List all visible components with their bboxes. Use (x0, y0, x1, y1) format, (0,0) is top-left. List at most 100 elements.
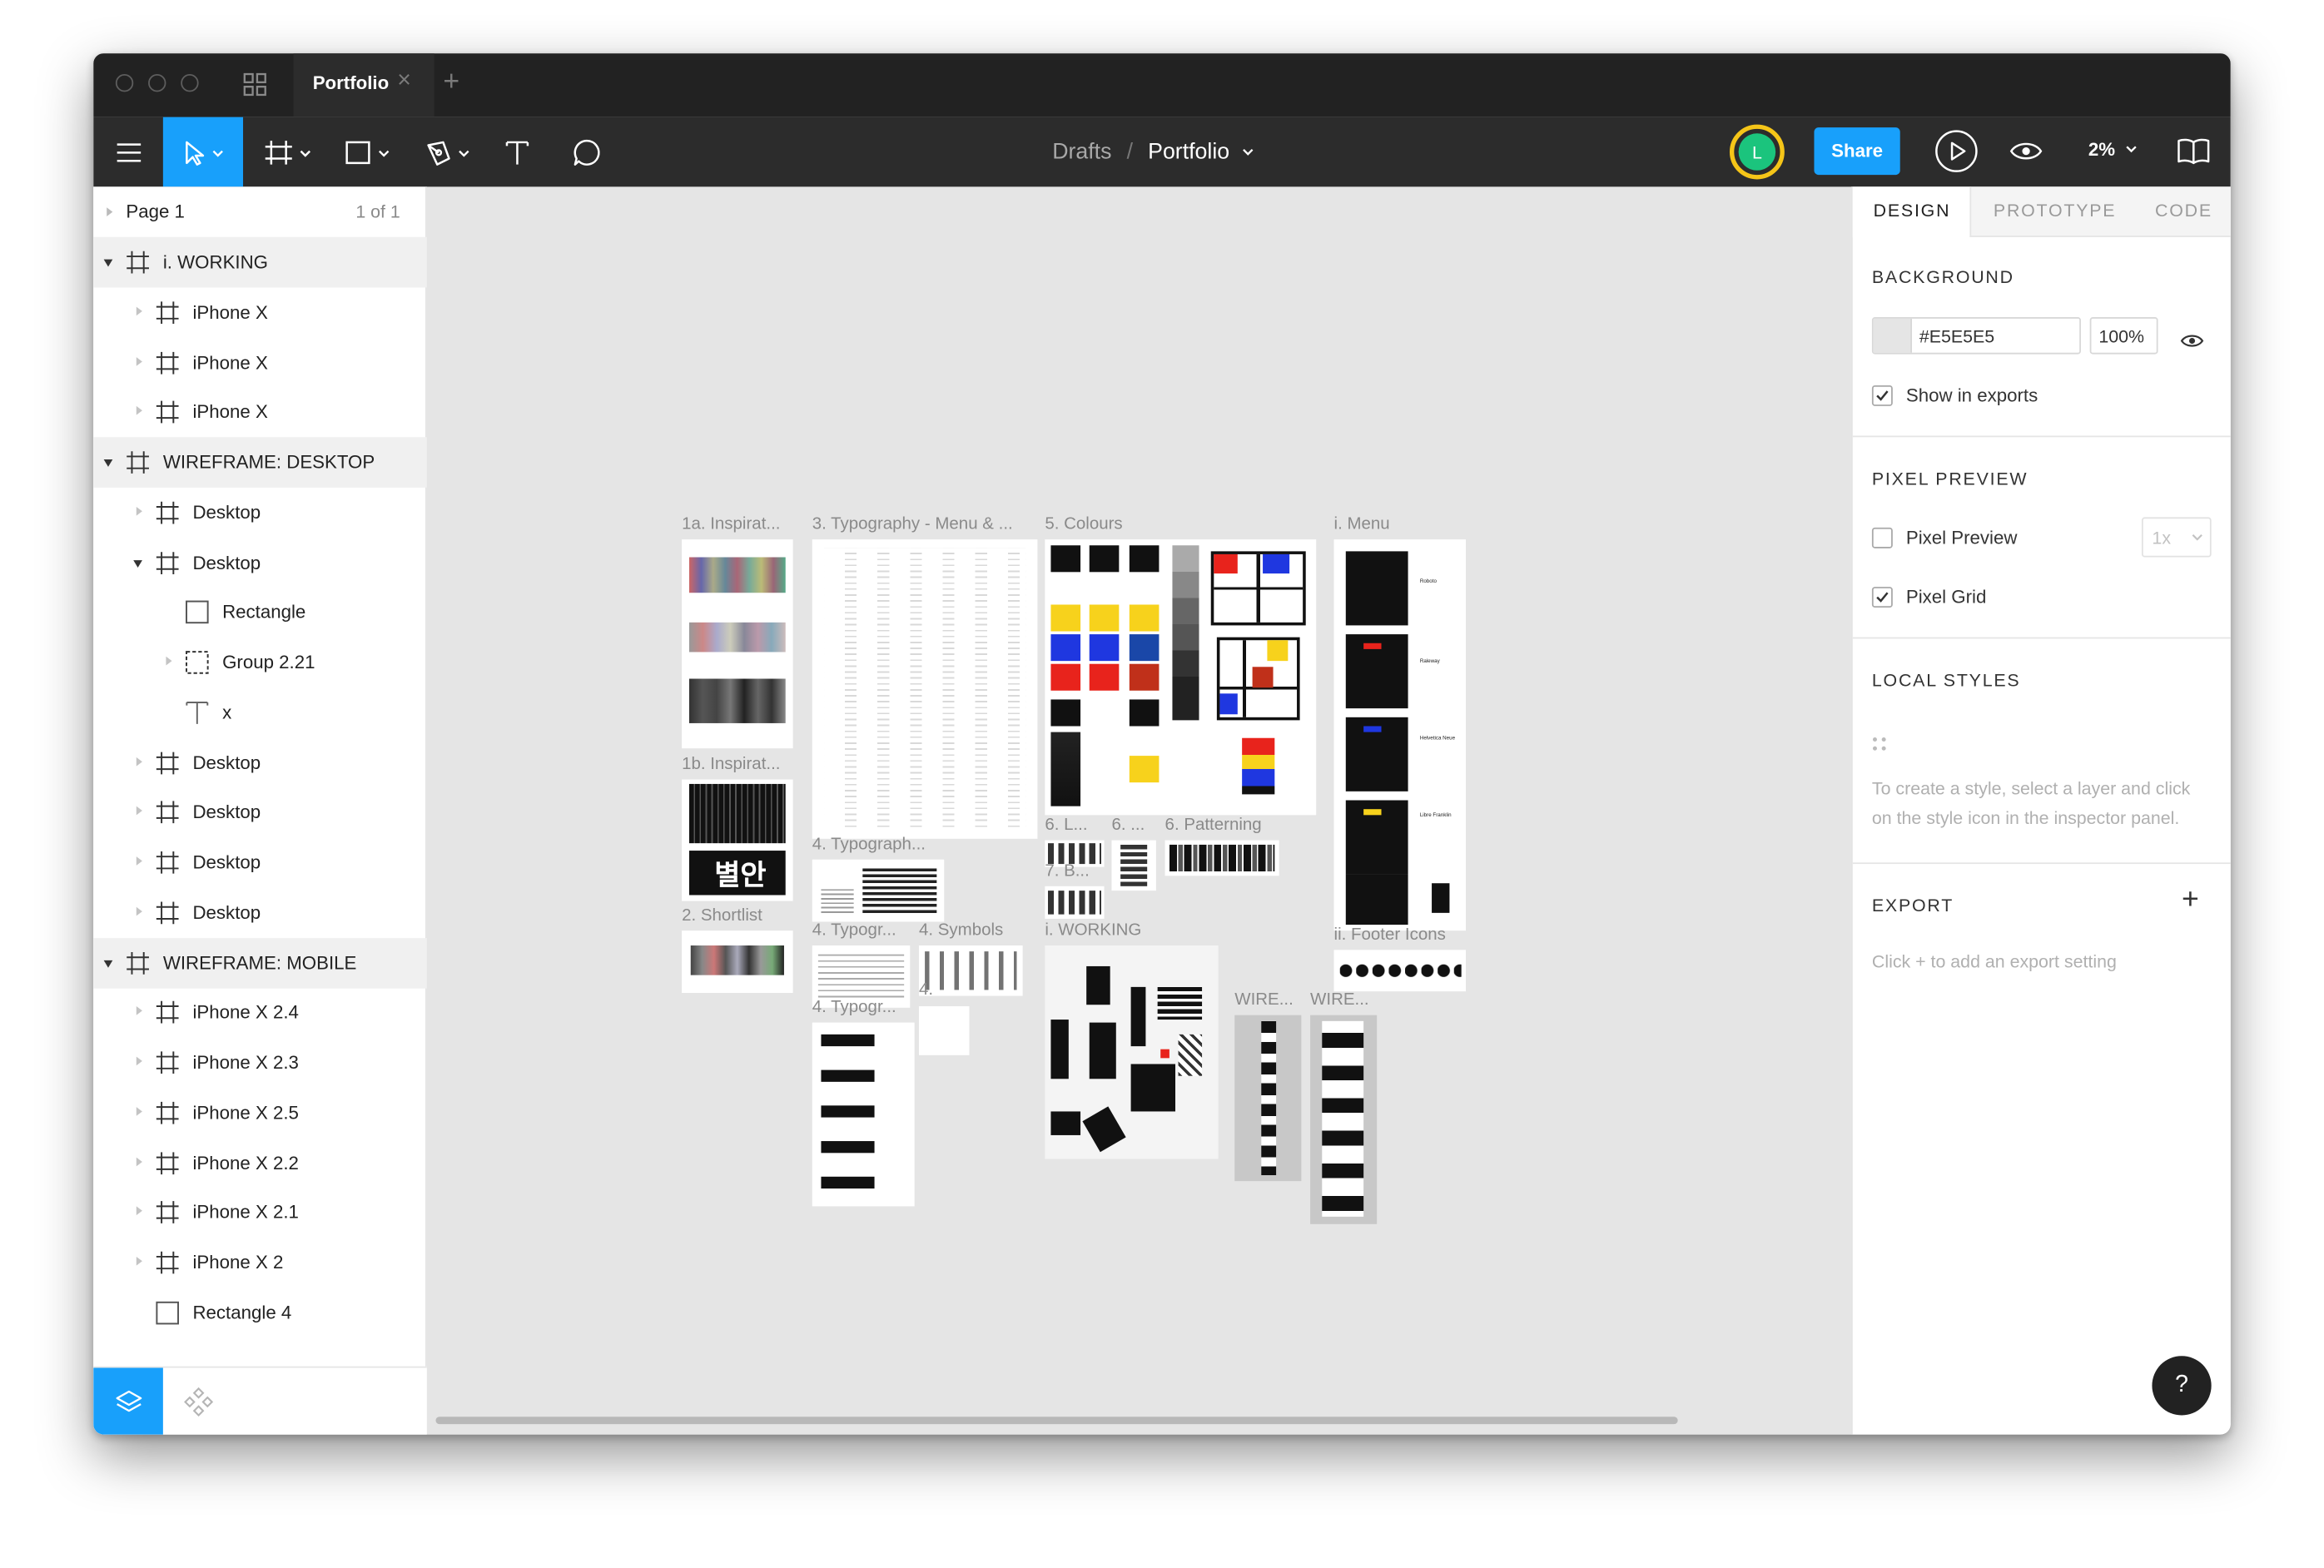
layer-row[interactable]: iPhone X 2.5 (93, 1088, 427, 1139)
present-button[interactable] (1934, 129, 1979, 181)
frame-label-typography-d[interactable]: 4. Typogr... (812, 999, 904, 1016)
layer-row[interactable]: Rectangle (93, 588, 427, 638)
components-tab[interactable] (163, 1367, 233, 1434)
frame-label-inspiration-b[interactable]: 1b. Inspirat... (682, 756, 793, 773)
files-grid-icon[interactable] (243, 72, 266, 103)
window-minimize-button[interactable] (148, 74, 166, 92)
share-button[interactable]: Share (1814, 127, 1900, 176)
caret-right-icon[interactable] (136, 1006, 142, 1016)
move-tool-button[interactable] (162, 117, 244, 187)
layer-row[interactable]: WIREFRAME: MOBILE (93, 937, 427, 988)
frame-tool-button[interactable] (253, 117, 321, 187)
layer-row[interactable]: iPhone X (93, 337, 427, 388)
pixel-preview-checkbox[interactable] (1871, 527, 1893, 548)
layer-row[interactable]: iPhone X 2.4 (93, 987, 427, 1038)
zoom-menu[interactable]: 2% (2088, 139, 2138, 160)
background-swatch[interactable] (1873, 318, 1912, 353)
frame-shortlist[interactable] (682, 930, 793, 994)
pixel-grid-checkbox[interactable] (1871, 587, 1893, 608)
pixel-preview-label[interactable]: Pixel Preview (1906, 528, 2018, 548)
caret-right-icon[interactable] (166, 656, 172, 666)
layer-row[interactable]: iPhone X 2.3 (93, 1037, 427, 1088)
frame-label-colours[interactable]: 5. Colours (1045, 516, 1312, 533)
layer-row[interactable]: Desktop (93, 837, 427, 888)
frame-colours[interactable] (1045, 539, 1317, 816)
layer-row[interactable]: x (93, 687, 427, 738)
layer-row[interactable]: iPhone X (93, 387, 427, 438)
layer-row[interactable]: iPhone X (93, 287, 427, 338)
caret-right-icon[interactable] (136, 806, 142, 816)
frame-label-inspiration-a[interactable]: 1a. Inspirat... (682, 516, 793, 533)
caret-right-icon[interactable] (136, 756, 142, 766)
frame-label-menu[interactable]: i. Menu (1334, 516, 1467, 533)
layer-row[interactable]: Desktop (93, 537, 427, 588)
frame-label-working[interactable]: i. WORKING (1045, 922, 1208, 940)
caret-right-icon[interactable] (136, 856, 142, 866)
frame-inspiration-a[interactable] (682, 539, 793, 749)
background-hex[interactable]: #E5E5E5 (1919, 326, 1994, 347)
caret-right-icon[interactable] (136, 1256, 142, 1266)
tab-prototype[interactable]: PROTOTYPE (1994, 186, 2116, 237)
shape-tool-button[interactable] (334, 117, 402, 187)
caret-right-icon[interactable] (136, 506, 142, 516)
show-in-exports-label[interactable]: Show in exports (1906, 385, 2038, 406)
caret-right-icon[interactable] (136, 356, 142, 365)
frame-wire-b[interactable] (1310, 1015, 1378, 1224)
frame-patterning[interactable] (1164, 840, 1279, 876)
caret-down-icon[interactable] (133, 559, 142, 568)
frame-label-typography-c[interactable]: 4. Typogr... (812, 922, 904, 940)
show-in-exports-checkbox[interactable] (1871, 385, 1893, 406)
layer-row[interactable]: Desktop (93, 487, 427, 538)
horizontal-scrollbar[interactable] (435, 1417, 1678, 1425)
caret-right-icon[interactable] (136, 1206, 142, 1216)
frame-typography-menu[interactable] (812, 539, 1038, 839)
caret-right-icon[interactable] (136, 1156, 142, 1166)
frame-label-b7[interactable]: 7. B... (1045, 862, 1098, 880)
frame-label-typography-menu[interactable]: 3. Typography - Menu & ... (812, 516, 1035, 533)
layer-row[interactable]: i. WORKING (93, 236, 427, 288)
frame-label-footer-icons[interactable]: ii. Footer Icons (1334, 926, 1467, 944)
library-button[interactable] (2178, 138, 2210, 172)
layer-row[interactable]: iPhone X 2 (93, 1238, 427, 1288)
tab-design[interactable]: DESIGN (1852, 186, 1972, 237)
caret-down-icon[interactable] (103, 259, 113, 267)
frame-menu[interactable]: Roboto Raleway Helvetica Neue Libre Frankli… (1333, 539, 1467, 931)
frame-label-symbols[interactable]: 4. Symbols (919, 922, 1023, 940)
tab-portfolio[interactable]: Portfolio × (293, 53, 435, 117)
caret-right-icon[interactable] (136, 1106, 142, 1116)
view-options-button[interactable] (2009, 141, 2043, 169)
pen-tool-button[interactable] (414, 117, 482, 187)
frame-label-shortlist[interactable]: 2. Shortlist (682, 907, 793, 925)
chevron-down-icon[interactable] (1240, 146, 1255, 158)
background-color-field[interactable]: #E5E5E5 (1871, 317, 2081, 355)
main-menu-button[interactable] (93, 117, 163, 187)
frame-label-typography-b[interactable]: 4. Typograph... (812, 836, 938, 853)
tab-code[interactable]: CODE (2155, 186, 2212, 237)
layer-row[interactable]: iPhone X 2.2 (93, 1138, 427, 1188)
frame-six[interactable] (1111, 840, 1156, 891)
layer-row[interactable]: Desktop (93, 737, 427, 788)
layer-row[interactable]: Rectangle 4 (93, 1288, 427, 1338)
pixel-preview-scale-select[interactable]: 1x (2141, 517, 2212, 558)
caret-down-icon[interactable] (103, 459, 113, 467)
comment-tool-button[interactable] (562, 117, 613, 187)
avatar[interactable]: L (1729, 124, 1785, 180)
file-name[interactable]: Portfolio (1148, 139, 1229, 164)
frame-inspiration-b[interactable]: 별안 (682, 779, 793, 901)
canvas[interactable]: 1a. Inspirat... 1b. Inspirat... 별안 2. Sh… (427, 186, 1851, 1434)
layers-tab[interactable] (93, 1367, 163, 1435)
caret-right-icon[interactable] (136, 1056, 142, 1066)
breadcrumb-drafts[interactable]: Drafts (1052, 139, 1111, 164)
layer-row[interactable]: Desktop (93, 787, 427, 838)
layer-row[interactable]: iPhone X 2.1 (93, 1188, 427, 1238)
frame-working[interactable] (1045, 945, 1219, 1159)
layer-row[interactable]: Group 2.21 (93, 638, 427, 688)
page-selector[interactable]: Page 1 1 of 1 (93, 186, 427, 239)
caret-right-icon[interactable] (136, 406, 142, 416)
pixel-grid-label[interactable]: Pixel Grid (1906, 587, 1986, 608)
window-close-button[interactable] (115, 74, 134, 92)
frame-b7[interactable] (1045, 886, 1105, 919)
caret-down-icon[interactable] (103, 959, 113, 967)
help-button[interactable]: ? (2152, 1356, 2212, 1416)
caret-right-icon[interactable] (136, 306, 142, 315)
